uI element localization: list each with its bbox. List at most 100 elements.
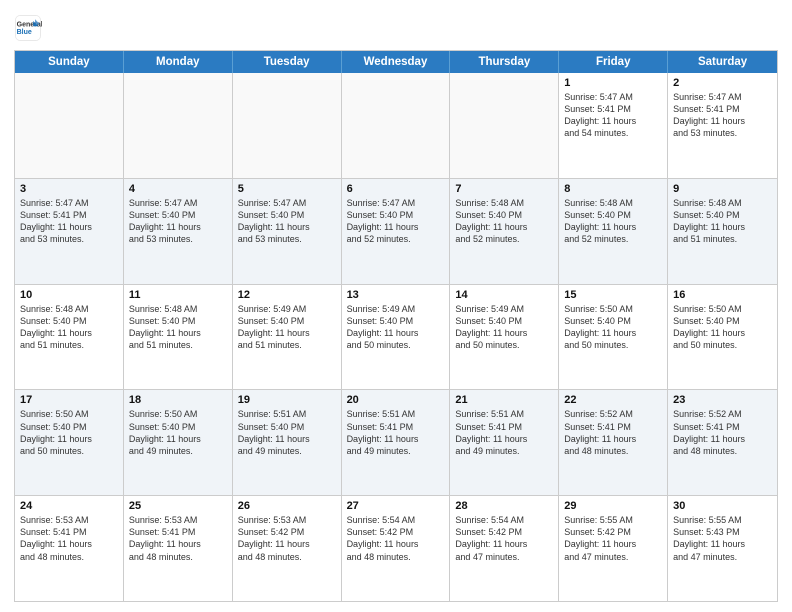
- calendar-row: 3 Sunrise: 5:47 AMSunset: 5:41 PMDaylight…: [15, 179, 777, 285]
- calendar-cell: 6 Sunrise: 5:47 AMSunset: 5:40 PMDaylight…: [342, 179, 451, 284]
- calendar-cell: [342, 73, 451, 178]
- day-number: 16: [673, 289, 772, 301]
- cell-info: Sunrise: 5:52 AMSunset: 5:41 PMDaylight:…: [564, 408, 662, 457]
- calendar-cell: [450, 73, 559, 178]
- day-number: 21: [455, 394, 553, 406]
- header-day-saturday: Saturday: [668, 51, 777, 73]
- day-number: 8: [564, 183, 662, 195]
- day-number: 24: [20, 500, 118, 512]
- day-number: 22: [564, 394, 662, 406]
- header-day-thursday: Thursday: [450, 51, 559, 73]
- day-number: 29: [564, 500, 662, 512]
- logo: General Blue: [14, 14, 44, 42]
- day-number: 1: [564, 77, 662, 89]
- calendar-cell: 20 Sunrise: 5:51 AMSunset: 5:41 PMDayligh…: [342, 390, 451, 495]
- day-number: 2: [673, 77, 772, 89]
- cell-info: Sunrise: 5:48 AMSunset: 5:40 PMDaylight:…: [455, 197, 553, 246]
- day-number: 28: [455, 500, 553, 512]
- calendar-row: 10Sunrise: 5:48 AMSunset: 5:40 PMDayligh…: [15, 285, 777, 391]
- calendar-cell: 27 Sunrise: 5:54 AMSunset: 5:42 PMDayligh…: [342, 496, 451, 601]
- cell-info: Sunrise: 5:47 AMSunset: 5:40 PMDaylight:…: [238, 197, 336, 246]
- calendar-cell: 23Sunrise: 5:52 AMSunset: 5:41 PMDayligh…: [668, 390, 777, 495]
- day-number: 27: [347, 500, 445, 512]
- calendar-row: 24 Sunrise: 5:53 AMSunset: 5:41 PMDayligh…: [15, 496, 777, 601]
- cell-info: Sunrise: 5:53 AMSunset: 5:41 PMDaylight:…: [20, 514, 118, 563]
- cell-info: Sunrise: 5:47 AMSunset: 5:40 PMDaylight:…: [129, 197, 227, 246]
- calendar-cell: 16 Sunrise: 5:50 AMSunset: 5:40 PMDayligh…: [668, 285, 777, 390]
- calendar-cell: 22 Sunrise: 5:52 AMSunset: 5:41 PMDayligh…: [559, 390, 668, 495]
- header: General Blue: [14, 10, 778, 42]
- calendar-cell: 14 Sunrise: 5:49 AMSunset: 5:40 PMDayligh…: [450, 285, 559, 390]
- svg-text:Blue: Blue: [17, 29, 32, 36]
- calendar-cell: 15 Sunrise: 5:50 AMSunset: 5:40 PMDayligh…: [559, 285, 668, 390]
- cell-info: Sunrise: 5:49 AMSunset: 5:40 PMDaylight:…: [455, 303, 553, 352]
- day-number: 5: [238, 183, 336, 195]
- calendar-row: 17 Sunrise: 5:50 AMSunset: 5:40 PMDayligh…: [15, 390, 777, 496]
- calendar-cell: 18 Sunrise: 5:50 AMSunset: 5:40 PMDayligh…: [124, 390, 233, 495]
- cell-info: Sunrise: 5:55 AMSunset: 5:42 PMDaylight:…: [564, 514, 662, 563]
- cell-info: Sunrise: 5:47 AMSunset: 5:41 PMDaylight:…: [20, 197, 118, 246]
- calendar-body: 1 Sunrise: 5:47 AMSunset: 5:41 PMDaylight…: [15, 73, 777, 601]
- day-number: 14: [455, 289, 553, 301]
- cell-info: Sunrise: 5:53 AMSunset: 5:41 PMDaylight:…: [129, 514, 227, 563]
- day-number: 3: [20, 183, 118, 195]
- calendar-cell: 28 Sunrise: 5:54 AMSunset: 5:42 PMDayligh…: [450, 496, 559, 601]
- calendar-cell: 30Sunrise: 5:55 AMSunset: 5:43 PMDayligh…: [668, 496, 777, 601]
- cell-info: Sunrise: 5:53 AMSunset: 5:42 PMDaylight:…: [238, 514, 336, 563]
- day-number: 17: [20, 394, 118, 406]
- cell-info: Sunrise: 5:47 AMSunset: 5:40 PMDaylight:…: [347, 197, 445, 246]
- calendar: SundayMondayTuesdayWednesdayThursdayFrid…: [14, 50, 778, 602]
- cell-info: Sunrise: 5:47 AMSunset: 5:41 PMDaylight:…: [564, 91, 662, 140]
- day-number: 25: [129, 500, 227, 512]
- cell-info: Sunrise: 5:50 AMSunset: 5:40 PMDaylight:…: [673, 303, 772, 352]
- cell-info: Sunrise: 5:51 AMSunset: 5:41 PMDaylight:…: [347, 408, 445, 457]
- cell-info: Sunrise: 5:55 AMSunset: 5:43 PMDaylight:…: [673, 514, 772, 563]
- calendar-cell: 1 Sunrise: 5:47 AMSunset: 5:41 PMDaylight…: [559, 73, 668, 178]
- day-number: 26: [238, 500, 336, 512]
- cell-info: Sunrise: 5:49 AMSunset: 5:40 PMDaylight:…: [347, 303, 445, 352]
- day-number: 9: [673, 183, 772, 195]
- day-number: 18: [129, 394, 227, 406]
- cell-info: Sunrise: 5:48 AMSunset: 5:40 PMDaylight:…: [673, 197, 772, 246]
- day-number: 11: [129, 289, 227, 301]
- logo-icon: General Blue: [14, 14, 42, 42]
- calendar-cell: 25 Sunrise: 5:53 AMSunset: 5:41 PMDayligh…: [124, 496, 233, 601]
- cell-info: Sunrise: 5:47 AMSunset: 5:41 PMDaylight:…: [673, 91, 772, 140]
- calendar-cell: 13Sunrise: 5:49 AMSunset: 5:40 PMDayligh…: [342, 285, 451, 390]
- calendar-cell: 2 Sunrise: 5:47 AMSunset: 5:41 PMDaylight…: [668, 73, 777, 178]
- cell-info: Sunrise: 5:48 AMSunset: 5:40 PMDaylight:…: [564, 197, 662, 246]
- calendar-cell: 17Sunrise: 5:50 AMSunset: 5:40 PMDayligh…: [15, 390, 124, 495]
- calendar-cell: [124, 73, 233, 178]
- calendar-cell: 21 Sunrise: 5:51 AMSunset: 5:41 PMDayligh…: [450, 390, 559, 495]
- calendar-header-row: SundayMondayTuesdayWednesdayThursdayFrid…: [15, 51, 777, 73]
- day-number: 10: [20, 289, 118, 301]
- cell-info: Sunrise: 5:52 AMSunset: 5:41 PMDaylight:…: [673, 408, 772, 457]
- calendar-cell: 26 Sunrise: 5:53 AMSunset: 5:42 PMDayligh…: [233, 496, 342, 601]
- calendar-cell: [15, 73, 124, 178]
- calendar-cell: 24 Sunrise: 5:53 AMSunset: 5:41 PMDayligh…: [15, 496, 124, 601]
- calendar-cell: 29 Sunrise: 5:55 AMSunset: 5:42 PMDayligh…: [559, 496, 668, 601]
- day-number: 4: [129, 183, 227, 195]
- header-day-wednesday: Wednesday: [342, 51, 451, 73]
- day-number: 7: [455, 183, 553, 195]
- day-number: 6: [347, 183, 445, 195]
- cell-info: Sunrise: 5:50 AMSunset: 5:40 PMDaylight:…: [129, 408, 227, 457]
- calendar-cell: 7 Sunrise: 5:48 AMSunset: 5:40 PMDaylight…: [450, 179, 559, 284]
- day-number: 20: [347, 394, 445, 406]
- calendar-cell: 5 Sunrise: 5:47 AMSunset: 5:40 PMDaylight…: [233, 179, 342, 284]
- calendar-cell: [233, 73, 342, 178]
- cell-info: Sunrise: 5:49 AMSunset: 5:40 PMDaylight:…: [238, 303, 336, 352]
- cell-info: Sunrise: 5:54 AMSunset: 5:42 PMDaylight:…: [455, 514, 553, 563]
- calendar-cell: 12 Sunrise: 5:49 AMSunset: 5:40 PMDayligh…: [233, 285, 342, 390]
- day-number: 19: [238, 394, 336, 406]
- day-number: 12: [238, 289, 336, 301]
- header-day-sunday: Sunday: [15, 51, 124, 73]
- header-day-monday: Monday: [124, 51, 233, 73]
- cell-info: Sunrise: 5:50 AMSunset: 5:40 PMDaylight:…: [564, 303, 662, 352]
- svg-text:General: General: [17, 21, 42, 28]
- cell-info: Sunrise: 5:51 AMSunset: 5:41 PMDaylight:…: [455, 408, 553, 457]
- cell-info: Sunrise: 5:54 AMSunset: 5:42 PMDaylight:…: [347, 514, 445, 563]
- calendar-cell: 3 Sunrise: 5:47 AMSunset: 5:41 PMDaylight…: [15, 179, 124, 284]
- calendar-cell: 10Sunrise: 5:48 AMSunset: 5:40 PMDayligh…: [15, 285, 124, 390]
- day-number: 15: [564, 289, 662, 301]
